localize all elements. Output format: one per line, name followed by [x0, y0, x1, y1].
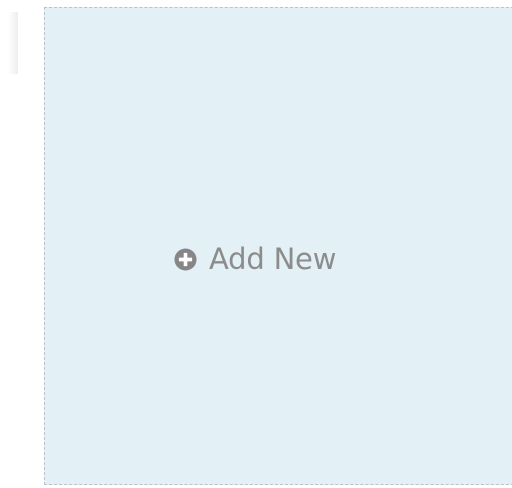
add-new-tile[interactable]: Add New [44, 7, 512, 485]
adjacent-panel-edge [8, 12, 18, 74]
add-new-button[interactable]: Add New [174, 238, 336, 280]
add-new-label: Add New [209, 242, 337, 276]
plus-circle-icon [174, 247, 197, 271]
workspace: Add New [0, 0, 512, 488]
